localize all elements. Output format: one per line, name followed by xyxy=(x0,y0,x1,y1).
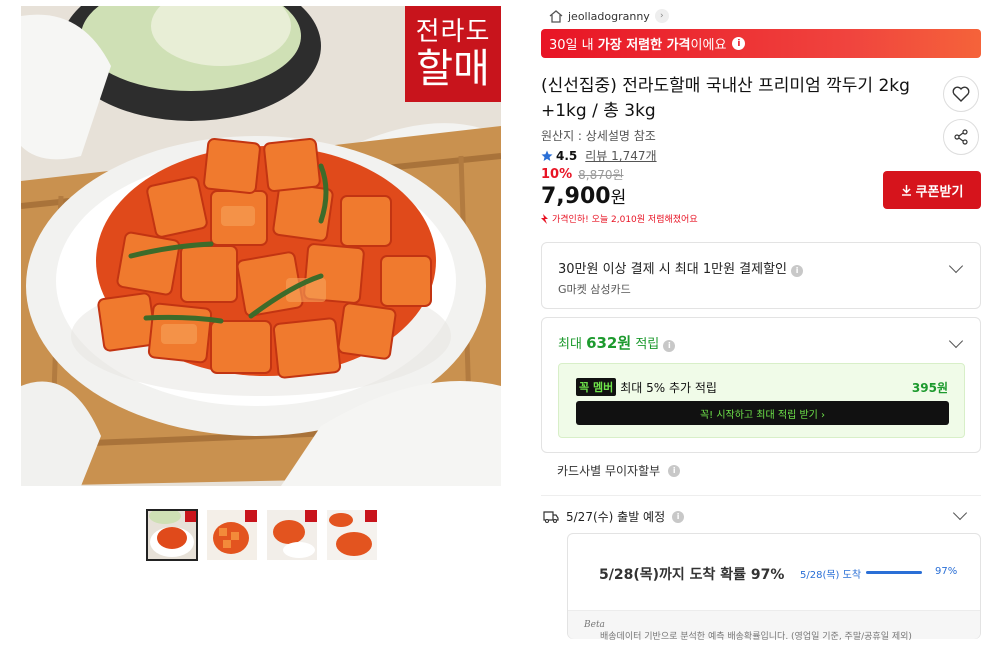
price-value: 7,900 xyxy=(541,184,611,209)
member-signup-button[interactable]: 꼭! 시작하고 최대 적립 받기 › xyxy=(576,401,949,425)
price-drop-note: 가격인하! 오늘 2,010원 저렴해졌어요 xyxy=(541,212,698,225)
thumbnail-3[interactable] xyxy=(267,510,317,560)
chevron-down-icon[interactable] xyxy=(952,505,968,521)
download-icon xyxy=(901,185,911,196)
thumbnail-4[interactable] xyxy=(327,510,377,560)
brand-stamp-line2: 할매 xyxy=(416,46,490,92)
shop-link[interactable]: jeolladogranny › xyxy=(549,8,669,24)
member-benefit-text: 최대 5% 추가 적립 xyxy=(620,380,717,395)
member-benefit-box: 꼭 멤버 최대 5% 추가 적립 395원 꼭! 시작하고 최대 적립 받기 › xyxy=(558,363,965,438)
arrival-probability-percent: 97% xyxy=(935,566,958,577)
member-benefit-row: 꼭 멤버 최대 5% 추가 적립 xyxy=(576,378,717,396)
installment-row[interactable]: 카드사별 무이자할부 i xyxy=(557,462,681,479)
thumbnail-1[interactable] xyxy=(146,509,198,561)
lowest-price-banner: 30일 내 가장 저렴한 가격 이에요 i xyxy=(541,29,981,58)
wishlist-button[interactable] xyxy=(943,76,979,112)
info-icon[interactable]: i xyxy=(791,264,804,277)
thumbnail-2[interactable] xyxy=(207,510,257,560)
price-currency: 원 xyxy=(610,188,627,208)
payment-card-name: G마켓 삼성카드 xyxy=(558,283,631,296)
info-icon[interactable]: i xyxy=(668,464,681,477)
discount-rate: 10% xyxy=(541,167,573,182)
info-icon[interactable]: i xyxy=(663,339,676,352)
divider xyxy=(541,495,981,496)
share-icon xyxy=(954,129,968,145)
delivery-forecast-box: 5/28(목)까지 도착 확률 97% 5/28(목) 도착 97% 배송데이터… xyxy=(567,533,981,642)
forecast-footnote: 배송데이터 기반으로 분석한 예측 배송확률입니다. (영업일 기준, 주말/공… xyxy=(568,610,980,642)
payment-discount-text: 30만원 이상 결제 시 최대 1만원 결제할인 xyxy=(558,262,788,277)
star-icon xyxy=(541,150,553,161)
review-link[interactable]: 리뷰 1,747개 xyxy=(585,147,656,164)
discount-row: 10% 8,870원 xyxy=(541,166,624,183)
info-icon[interactable]: i xyxy=(732,37,746,50)
member-badge: 꼭 멤버 xyxy=(576,378,617,396)
chevron-down-icon[interactable] xyxy=(948,258,964,274)
points-title: 최대 632원 적립 i xyxy=(558,332,676,353)
brand-stamp-line1: 전라도 xyxy=(415,17,491,47)
installment-label: 카드사별 무이자할부 xyxy=(557,464,661,478)
banner-highlight: 가장 저렴한 가격 xyxy=(597,38,691,53)
banner-prefix: 30일 내 xyxy=(549,38,594,53)
home-icon xyxy=(549,9,563,23)
share-button[interactable] xyxy=(943,119,979,155)
chevron-up-icon[interactable] xyxy=(948,333,964,349)
payment-discount-title: 30만원 이상 결제 시 최대 1만원 결제할인 i xyxy=(558,258,804,277)
departure-text: 5/27(수) 출발 예정 xyxy=(566,510,666,524)
payment-discount-card[interactable]: 30만원 이상 결제 시 최대 1만원 결제할인 i G마켓 삼성카드 xyxy=(541,242,981,309)
info-icon[interactable]: i xyxy=(672,510,685,523)
rating-row: 4.5 리뷰 1,747개 xyxy=(541,147,657,164)
shop-name: jeolladogranny xyxy=(568,9,650,23)
origin-info: 원산지 : 상세설명 참조 xyxy=(541,129,656,143)
original-price: 8,870원 xyxy=(578,168,624,182)
coupon-label: 쿠폰받기 xyxy=(915,184,964,200)
points-card[interactable]: 최대 632원 적립 i 꼭 멤버 최대 5% 추가 적립 395원 꼭! 시작… xyxy=(541,317,981,453)
product-title: (신선집중) 전라도할매 국내산 프리미엄 깍두기 2kg +1kg / 총 3… xyxy=(541,76,910,121)
truck-icon xyxy=(543,510,559,523)
member-points: 395원 xyxy=(911,381,948,395)
coupon-button[interactable]: 쿠폰받기 xyxy=(883,171,981,209)
down-arrow-icon xyxy=(541,213,548,224)
points-prefix: 최대 xyxy=(558,337,587,352)
shipping-row[interactable]: 5/27(수) 출발 예정 i xyxy=(543,508,685,525)
final-price: 7,900원 xyxy=(541,183,626,209)
arrival-probability-bar xyxy=(866,571,922,574)
footnote-text: 배송데이터 기반으로 분석한 예측 배송확률입니다. (영업일 기준, 주말/공… xyxy=(600,632,912,642)
arrival-probability-text: 5/28(목)까지 도착 확률 97% xyxy=(599,567,785,583)
heart-icon xyxy=(952,86,970,102)
main-product-image: 전라도 할매 xyxy=(21,6,501,486)
rating-score: 4.5 xyxy=(556,148,578,163)
arrival-bar-label: 5/28(목) 도착 xyxy=(800,570,862,581)
points-suffix: 적립 xyxy=(631,337,660,352)
brand-stamp: 전라도 할매 xyxy=(405,6,501,102)
banner-suffix: 이에요 xyxy=(690,38,727,53)
chevron-right-icon: › xyxy=(654,9,669,23)
price-drop-text: 가격인하! 오늘 2,010원 저렴해졌어요 xyxy=(552,215,698,225)
points-amount: 632원 xyxy=(586,334,632,352)
